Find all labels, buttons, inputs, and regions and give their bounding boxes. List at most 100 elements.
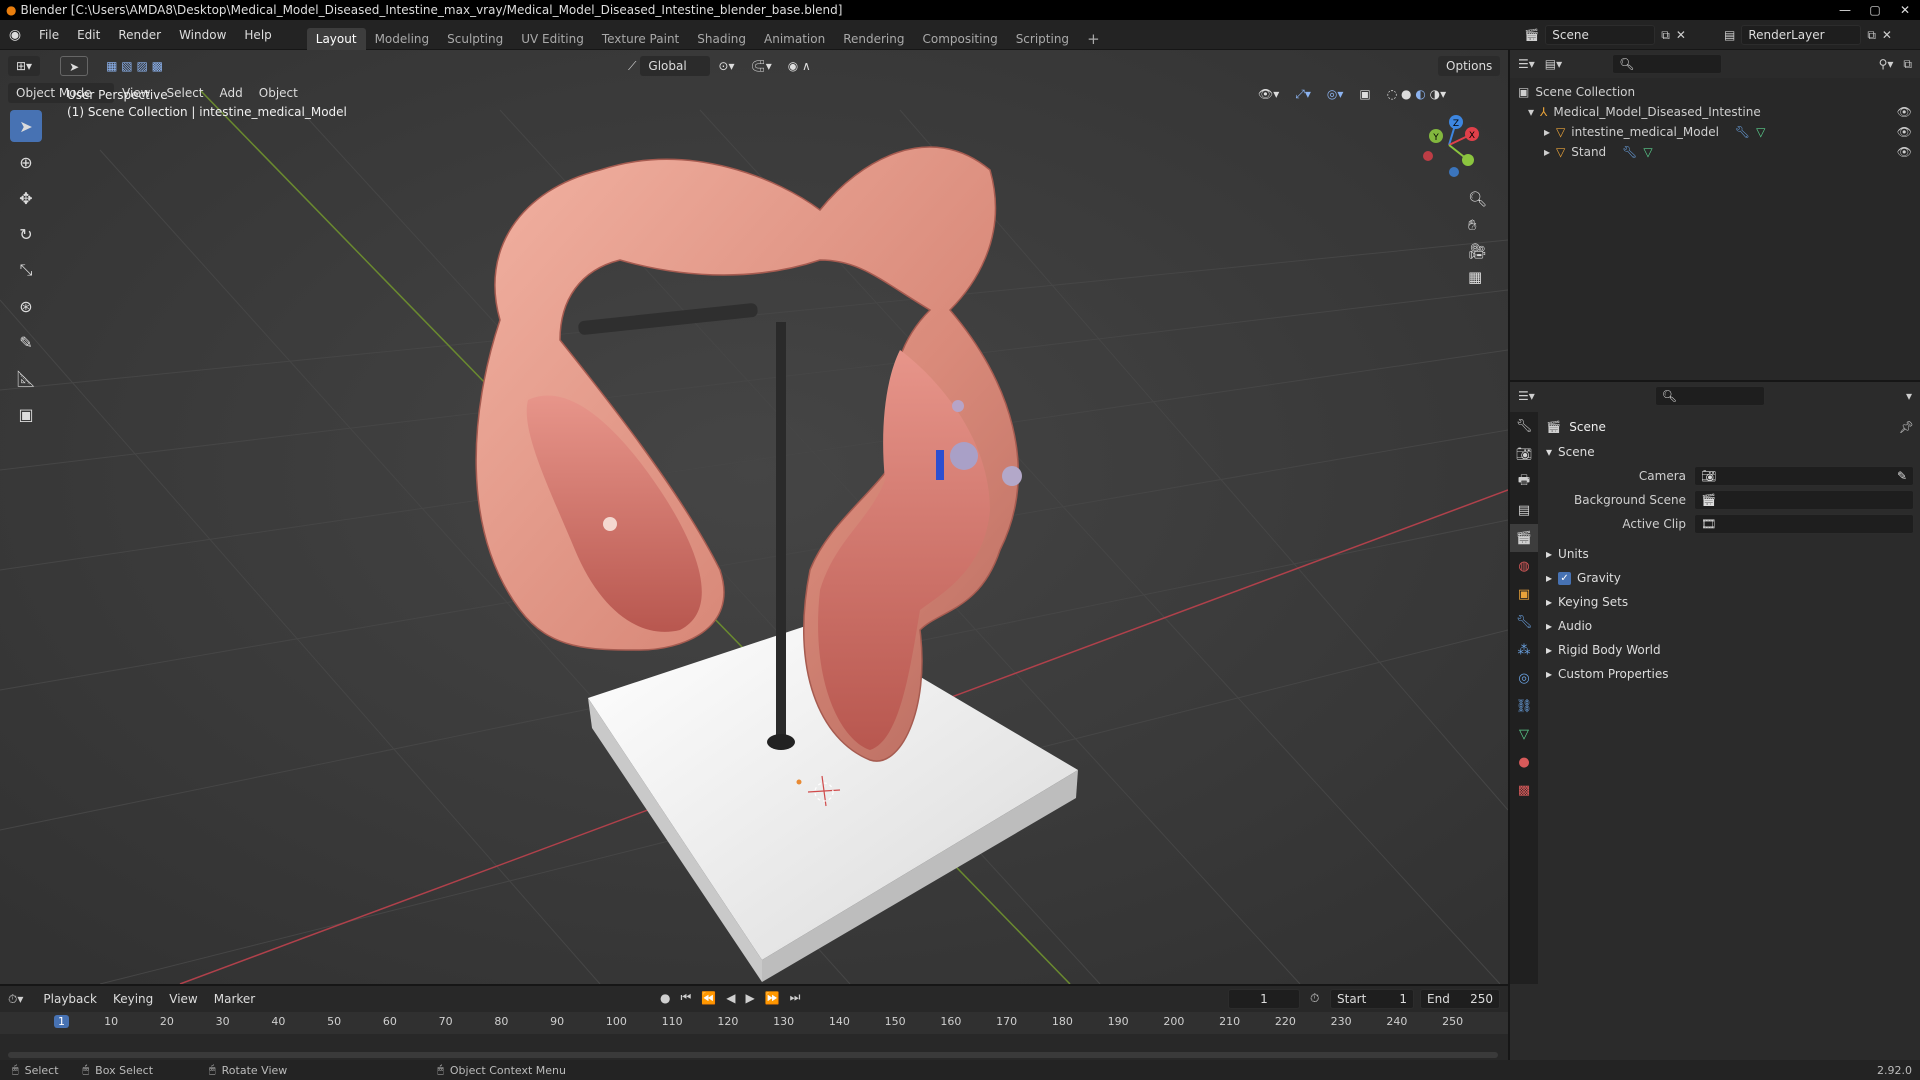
outliner-row-intestine[interactable]: ▸ ▽ intestine_medical_Model 🔧︎ ▽ 👁︎ [1518, 122, 1912, 142]
view-layer-tab-icon[interactable]: ▤ [1510, 496, 1538, 524]
tab-scripting[interactable]: Scripting [1007, 28, 1078, 50]
section-rigid-body-world[interactable]: ▸ Rigid Body World [1546, 638, 1914, 662]
display-mode-icon[interactable]: ▤▾ [1545, 57, 1562, 71]
tab-sculpting[interactable]: Sculpting [438, 28, 512, 50]
background-scene-field[interactable]: 🎬︎ [1694, 490, 1914, 510]
scene-field[interactable]: Scene [1545, 25, 1656, 45]
modifier-tab-icon[interactable]: 🔧︎ [1510, 608, 1538, 636]
grid-view-icon[interactable]: ▦ [1468, 268, 1487, 286]
jump-start-icon[interactable]: ⏮ [680, 990, 691, 1005]
current-frame-field[interactable]: 1 [1228, 989, 1300, 1009]
section-gravity[interactable]: ▸ ✓ Gravity [1546, 566, 1914, 590]
constraints-tab-icon[interactable]: ⛓︎ [1510, 692, 1538, 720]
view-layer-field[interactable]: RenderLayer [1741, 25, 1862, 45]
add-workspace-icon[interactable]: + [1078, 28, 1109, 50]
proportional-edit-icon[interactable]: ◉ ∧ [780, 56, 819, 76]
object-tab-icon[interactable]: ▣ [1510, 580, 1538, 608]
eyedropper-icon[interactable]: ✎ [1897, 467, 1907, 485]
visibility-eye-icon[interactable]: 👁︎ [1897, 145, 1912, 159]
transform-orientation-dropdown[interactable]: Global [640, 56, 711, 76]
menu-timeline-view[interactable]: View [161, 989, 205, 1009]
select-mode-icon[interactable]: ➤ [60, 56, 89, 76]
section-units[interactable]: ▸ Units [1546, 542, 1914, 566]
delete-view-layer-icon[interactable]: ✕ [1882, 28, 1892, 42]
filter-icon[interactable]: ⚲▾ [1879, 57, 1894, 71]
pan-hand-icon[interactable]: ✋︎ [1468, 216, 1487, 234]
timeline-scrollbar[interactable] [8, 1052, 1498, 1058]
annotate-tool-icon[interactable]: ✎ [10, 326, 42, 358]
overlay-toggle-icon[interactable]: ◎▾ [1319, 84, 1352, 104]
blender-menu-icon[interactable]: ◉ [0, 27, 30, 43]
modifier-icon[interactable]: 🔧︎ [1735, 125, 1750, 139]
snap-icon[interactable]: 🧲︎▾ [742, 56, 779, 76]
visibility-eye-icon[interactable]: 👁︎ [1897, 105, 1912, 119]
gizmo-toggle-icon[interactable]: ⤢▾ [1287, 84, 1319, 104]
menu-marker[interactable]: Marker [206, 989, 263, 1009]
outliner-row-collection[interactable]: ▾ ⅄ Medical_Model_Diseased_Intestine 👁︎ [1518, 102, 1912, 122]
menu-keying[interactable]: Keying [105, 989, 161, 1009]
menu-playback[interactable]: Playback [35, 989, 105, 1009]
tab-rendering[interactable]: Rendering [834, 28, 913, 50]
start-frame-field[interactable]: Start 1 [1330, 989, 1414, 1009]
menu-file[interactable]: File [30, 20, 68, 50]
render-tab-icon[interactable]: 📷︎ [1510, 440, 1538, 468]
rotate-tool-icon[interactable]: ↻ [10, 218, 42, 250]
preview-range-icon[interactable]: ⏱︎ [1310, 991, 1319, 1006]
add-cube-tool-icon[interactable]: ▣ [10, 398, 42, 430]
transform-tool-icon[interactable]: ⊛ [10, 290, 42, 322]
delete-scene-icon[interactable]: ✕ [1676, 28, 1686, 42]
outliner-row-root[interactable]: ▣ Scene Collection [1518, 82, 1912, 102]
editor-type-icon[interactable]: ⊞▾ [8, 56, 41, 76]
modifier-icon[interactable]: 🔧︎ [1622, 145, 1637, 159]
menu-window[interactable]: Window [170, 20, 235, 50]
tool-tab-icon[interactable]: 🔧︎ [1510, 412, 1538, 440]
tab-animation[interactable]: Animation [755, 28, 834, 50]
outliner-search-input[interactable]: 🔍︎ [1612, 54, 1723, 74]
visibility-icon[interactable]: 👁︎▾ [1250, 84, 1287, 104]
shading-modes-icon[interactable]: ◌ ● ◐ ◑▾ [1379, 84, 1454, 104]
section-audio[interactable]: ▸ Audio [1546, 614, 1914, 638]
section-keying-sets[interactable]: ▸ Keying Sets [1546, 590, 1914, 614]
physics-tab-icon[interactable]: ◎ [1510, 664, 1538, 692]
tab-layout[interactable]: Layout [306, 27, 366, 50]
world-tab-icon[interactable]: ◍ [1510, 552, 1538, 580]
pin-icon[interactable]: 📌︎ [1899, 420, 1914, 434]
camera-view-icon[interactable]: 🎥︎ [1468, 242, 1487, 260]
play-icon[interactable]: ▶ [745, 991, 754, 1005]
collapse-icon[interactable]: ▾ [1906, 389, 1912, 403]
scene-tab-icon[interactable]: 🎬︎ [1510, 524, 1538, 552]
tab-shading[interactable]: Shading [688, 28, 755, 50]
frame-ruler[interactable]: 1 10 20 30 40 50 60 70 80 90 100 110 120 130 140 150 160… [0, 1012, 1508, 1034]
properties-editor-type-icon[interactable]: ☰▾ [1518, 389, 1535, 403]
pivot-point-icon[interactable]: ⊙▾ [710, 56, 742, 76]
tab-compositing[interactable]: Compositing [913, 28, 1006, 50]
properties-search-input[interactable]: 🔍︎ [1654, 386, 1765, 406]
gravity-checkbox[interactable]: ✓ [1558, 571, 1572, 585]
tab-texture-paint[interactable]: Texture Paint [593, 28, 688, 50]
tab-uv-editing[interactable]: UV Editing [512, 28, 593, 50]
play-reverse-icon[interactable]: ◀ [726, 991, 735, 1005]
timeline-editor-type-icon[interactable]: ⏱︎▾ [8, 992, 23, 1007]
new-scene-icon[interactable]: ⧉ [1661, 28, 1670, 43]
viewport-3d[interactable]: ⊞▾ ➤ ▦ ▧ ▨ ▩ ⟋ Global ⊙▾ 🧲︎▾ ◉ ∧ Options… [0, 50, 1508, 984]
camera-field[interactable]: 📷︎ ✎ [1694, 466, 1914, 486]
new-collection-icon[interactable]: ⧉ [1903, 57, 1912, 72]
texture-tab-icon[interactable]: ▩ [1510, 776, 1538, 804]
minimize-icon[interactable]: — [1830, 0, 1860, 20]
menu-edit[interactable]: Edit [68, 20, 109, 50]
active-clip-field[interactable]: 🎞︎ [1694, 514, 1914, 534]
measure-tool-icon[interactable]: 📐︎ [10, 362, 42, 394]
new-view-layer-icon[interactable]: ⧉ [1867, 28, 1876, 43]
cursor-tool-icon[interactable]: ⊕ [10, 146, 42, 178]
menu-help[interactable]: Help [235, 20, 280, 50]
zoom-icon[interactable]: 🔍︎ [1468, 190, 1487, 208]
expand-arrow-icon[interactable]: ▸ [1544, 125, 1550, 139]
record-icon[interactable]: ● [660, 991, 670, 1005]
prev-keyframe-icon[interactable]: ⏪ [701, 991, 716, 1005]
material-tab-icon[interactable]: ● [1510, 748, 1538, 776]
options-dropdown[interactable]: Options [1438, 56, 1501, 76]
panel-scene-header[interactable]: ▾ Scene [1546, 440, 1914, 464]
select-tool-icon[interactable]: ➤ [10, 110, 42, 142]
data-tab-icon[interactable]: ▽ [1510, 720, 1538, 748]
visibility-eye-icon[interactable]: 👁︎ [1897, 125, 1912, 139]
